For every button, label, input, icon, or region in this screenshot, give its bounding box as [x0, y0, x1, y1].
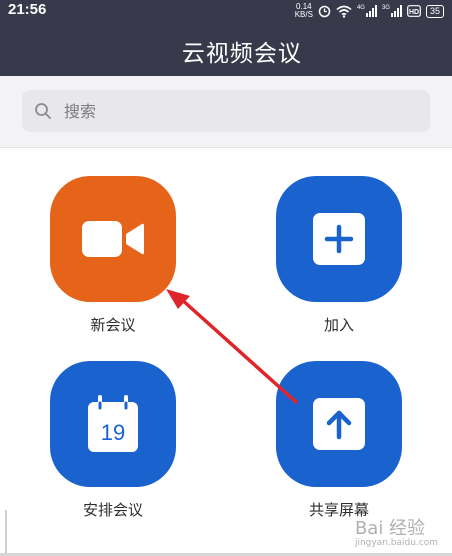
network-speed: 0.14 KB/S [295, 3, 313, 19]
search-area [0, 76, 452, 148]
signal-bars-icon [390, 5, 402, 17]
watermark: Bai 经验 jingyan.baidu.com [355, 514, 438, 548]
new-meeting-tile[interactable]: 新会议 [50, 176, 176, 335]
title-bar: m 云视频会议 [0, 22, 452, 76]
alarm-icon [318, 5, 331, 17]
search-icon [35, 103, 51, 119]
watermark-text: Bai 经验 [354, 518, 426, 539]
schedule-meeting-button[interactable]: 19 [50, 361, 176, 487]
new-meeting-label: 新会议 [90, 316, 136, 334]
watermark-sub: jingyan.baidu.com [354, 538, 438, 548]
signal-4g: 4G [357, 5, 377, 17]
app-title-text: 云视频会议 [181, 41, 302, 67]
search-input[interactable] [62, 100, 406, 122]
wifi-icon [336, 5, 352, 18]
app-title: m 云视频会议 [0, 34, 452, 68]
hd-icon: HD [407, 5, 421, 17]
calendar-icon: 19 [88, 395, 138, 452]
status-time: 21:56 [8, 1, 47, 18]
signal-3g: 3G [382, 5, 402, 17]
join-meeting-tile[interactable]: 加入 [276, 176, 402, 335]
svg-text:HD: HD [409, 9, 419, 16]
upload-arrow-icon [313, 398, 365, 450]
calendar-day: 19 [101, 420, 125, 445]
status-icons: 0.14 KB/S 4G 3G HD 35 [295, 2, 444, 20]
join-meeting-button[interactable] [276, 176, 402, 302]
edge-line [5, 510, 7, 556]
share-screen-tile[interactable]: 共享屏幕 [276, 361, 402, 520]
status-bar: 21:56 0.14 KB/S 4G 3G HD 35 [0, 0, 452, 22]
network-speed-unit: KB/S [294, 10, 313, 19]
battery-icon: 35 [425, 4, 444, 18]
redaction-mask [120, 36, 172, 62]
signal-bars-icon [365, 5, 377, 17]
plus-icon [313, 213, 365, 265]
video-camera-icon [82, 221, 144, 257]
new-meeting-button[interactable] [50, 176, 176, 302]
schedule-meeting-tile[interactable]: 19 安排会议 [50, 361, 176, 520]
share-screen-button[interactable] [276, 361, 402, 487]
schedule-meeting-label: 安排会议 [82, 501, 143, 519]
search-bar[interactable] [22, 90, 430, 132]
join-meeting-label: 加入 [323, 316, 354, 334]
